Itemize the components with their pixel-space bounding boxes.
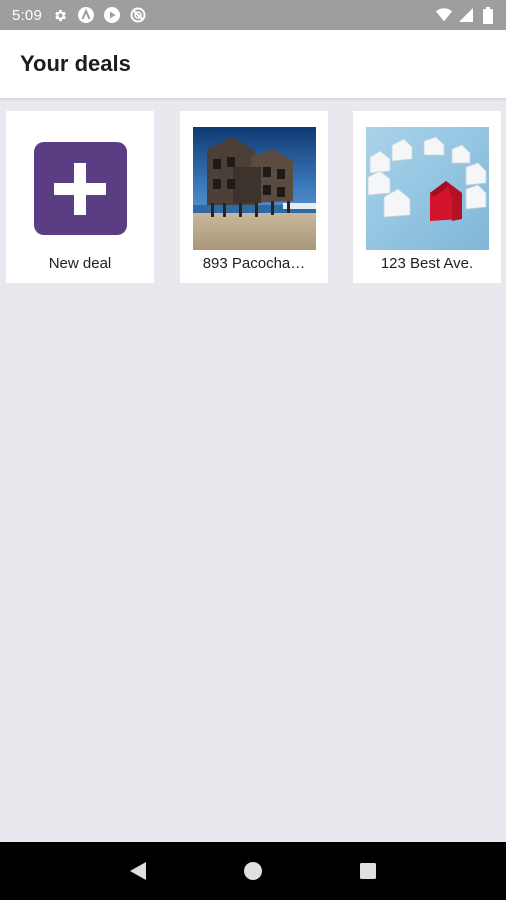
- deal-label: 123 Best Ave.: [380, 255, 474, 272]
- weathered-beach-house-photo: [192, 127, 316, 250]
- paper-houses-red-house-photo: [365, 127, 489, 250]
- recents-icon: [360, 863, 377, 879]
- new-deal-card[interactable]: New deal: [6, 111, 154, 283]
- deal-label: New deal: [48, 255, 112, 272]
- a-circle-icon: [78, 7, 94, 23]
- cell-signal-icon: [458, 7, 474, 23]
- battery-icon: [480, 6, 496, 24]
- home-icon: [243, 862, 262, 880]
- navigation-bar: [0, 842, 506, 900]
- settings-icon: [52, 7, 68, 23]
- home-button[interactable]: [233, 851, 273, 891]
- deal-label: 893 Pacocha…: [202, 255, 306, 272]
- status-time: 5:09: [12, 6, 42, 24]
- plus-icon: [54, 162, 106, 215]
- recents-button[interactable]: [348, 851, 388, 891]
- status-right: [436, 6, 496, 24]
- new-deal-button[interactable]: [33, 142, 127, 235]
- play-circle-icon: [104, 7, 120, 23]
- status-bar: 5:09: [0, 0, 506, 30]
- back-icon: [129, 862, 146, 880]
- page-title: Your deals: [20, 51, 131, 76]
- app-bar: Your deals: [0, 30, 506, 99]
- deal-card[interactable]: 123 Best Ave.: [353, 111, 501, 283]
- back-button[interactable]: [118, 851, 158, 891]
- wifi-icon: [436, 7, 452, 23]
- no-data-icon: [130, 7, 146, 23]
- status-left: 5:09: [12, 7, 146, 24]
- deal-card[interactable]: 893 Pacocha…: [180, 111, 328, 283]
